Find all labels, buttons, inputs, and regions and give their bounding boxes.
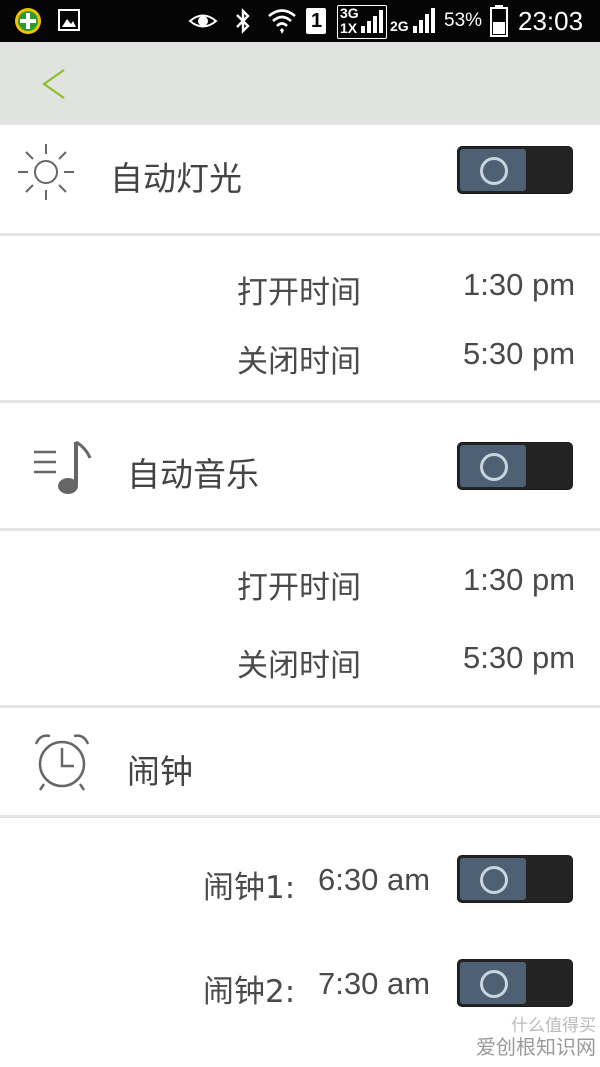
alarm-1-label: 闹钟1: — [203, 870, 296, 906]
close-time-label: 关闭时间 — [237, 344, 361, 380]
app-notification-icon — [15, 8, 41, 34]
close-time-value[interactable]: 5:30 pm — [463, 336, 575, 372]
divider — [0, 400, 600, 403]
close-time-value[interactable]: 5:30 pm — [463, 640, 575, 676]
image-notification-icon — [58, 9, 80, 31]
music-note-icon — [34, 440, 92, 494]
back-button[interactable] — [28, 56, 84, 112]
alarm-2-label: 闹钟2: — [203, 974, 296, 1010]
network-2g-label: 2G — [390, 18, 409, 34]
toggle-knob — [460, 858, 526, 900]
signal-bars-icon — [361, 10, 383, 33]
battery-percent: 53% — [444, 10, 483, 31]
alarm-clock-icon — [34, 734, 90, 791]
network-3g-label: 3G — [340, 5, 359, 21]
divider — [0, 705, 600, 708]
close-time-label: 关闭时间 — [237, 648, 361, 684]
clock-time: 23:03 — [518, 6, 584, 36]
divider — [0, 815, 600, 818]
toggle-knob — [460, 962, 526, 1004]
signal-2g-bars-icon — [413, 8, 435, 33]
alarm-1-toggle[interactable] — [458, 856, 572, 902]
alarm-1-time[interactable]: 6:30 am — [318, 862, 430, 898]
header-bar — [0, 42, 600, 125]
wifi-icon — [268, 9, 296, 34]
open-time-label: 打开时间 — [237, 570, 361, 606]
auto-light-toggle[interactable] — [458, 147, 572, 193]
open-time-value[interactable]: 1:30 pm — [463, 267, 575, 303]
status-bar: 1 3G 1X 2G 53% 23:03 — [0, 0, 600, 42]
toggle-knob — [460, 149, 526, 191]
alarm-label: 闹钟 — [127, 752, 193, 791]
auto-light-label: 自动灯光 — [110, 159, 242, 198]
sim-indicator-number: 1 — [311, 10, 323, 32]
eye-icon — [188, 14, 218, 28]
open-time-value[interactable]: 1:30 pm — [463, 562, 575, 598]
bluetooth-icon — [236, 8, 250, 34]
alarm-2-toggle[interactable] — [458, 960, 572, 1006]
watermark-line-2: 爱创根知识网 — [476, 1035, 596, 1059]
alarm-2-time[interactable]: 7:30 am — [318, 966, 430, 1002]
watermark: 什么值得买 爱创根知识网 — [476, 1017, 596, 1059]
auto-music-toggle[interactable] — [458, 443, 572, 489]
toggle-knob — [460, 445, 526, 487]
battery-icon — [490, 5, 508, 37]
open-time-label: 打开时间 — [237, 275, 361, 311]
divider — [0, 233, 600, 236]
sun-icon — [18, 144, 74, 200]
divider — [0, 528, 600, 531]
watermark-line-1: 什么值得买 — [511, 1016, 596, 1036]
auto-music-label: 自动音乐 — [127, 455, 259, 494]
network-1x-label: 1X — [340, 20, 358, 36]
